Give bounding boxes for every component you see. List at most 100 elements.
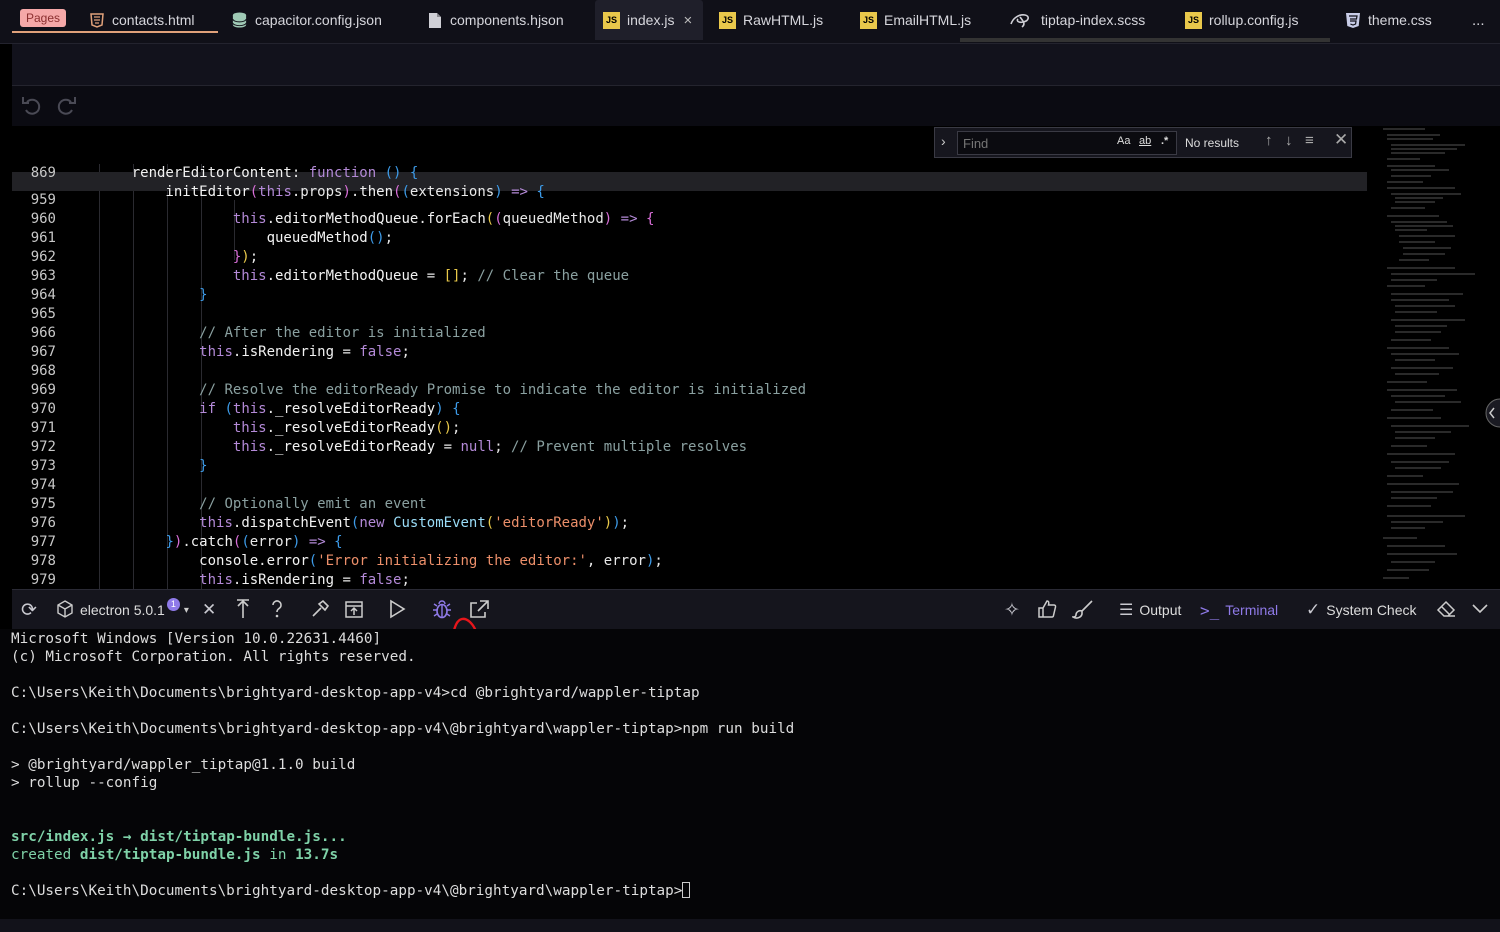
active-tab-indicator — [12, 31, 218, 33]
upload-icon — [236, 598, 250, 622]
code-line[interactable]: 980 }, — [12, 571, 1367, 589]
tab-label: index.js — [627, 12, 675, 28]
thumbs-up-icon — [1037, 599, 1057, 622]
code-line[interactable]: 978 this.isRendering = false; — [12, 533, 1367, 588]
terminal-icon: >_ — [1200, 600, 1220, 620]
terminal-prompt: C:\Users\Keith\Documents\brightyard-desk… — [11, 883, 683, 899]
js-file-icon: JS — [603, 11, 620, 29]
js-file-icon: JS — [860, 11, 877, 29]
terminal-cursor — [682, 882, 691, 898]
file-icon — [426, 12, 443, 29]
side-panel-toggle-icon[interactable] — [1483, 398, 1500, 428]
terminal-tab[interactable]: >_ Terminal — [1200, 590, 1278, 630]
system-check-tab[interactable]: ✓ System Check — [1306, 590, 1417, 630]
code-line[interactable]: 968 // Resolve the editorReady Promise t… — [12, 343, 1367, 398]
code-minimap[interactable] — [1365, 126, 1480, 586]
bottom-panel-toolbar: ⟳ electron 5.0.1 1 ▾ ✕ ✧ ☰ Output >_ Ter… — [12, 589, 1500, 636]
code-line[interactable]: 975 this.dispatchEvent(new CustomEvent('… — [12, 476, 1367, 531]
stop-button[interactable]: ✕ — [202, 590, 216, 630]
electron-version-label: electron 5.0.1 — [80, 602, 165, 618]
close-icon: ✕ — [202, 600, 217, 619]
design-toolbar — [12, 44, 1500, 86]
terminal-prompt-line[interactable]: C:\Users\Keith\Documents\brightyard-desk… — [11, 882, 691, 900]
tab-theme-css[interactable]: theme.css — [1344, 0, 1432, 40]
code-line[interactable]: 962 this.editorMethodQueue = []; // Clea… — [12, 229, 1367, 284]
tab-capacitor-config-json[interactable]: capacitor.config.json — [231, 0, 382, 40]
question-icon — [269, 599, 285, 622]
pages-badge[interactable]: Pages — [20, 9, 67, 27]
terminal-line: C:\Users\Keith\Documents\brightyard-desk… — [11, 721, 795, 737]
deploy-button[interactable] — [236, 590, 250, 630]
clean-button[interactable] — [1070, 590, 1094, 630]
match-case-button[interactable]: Aa — [1117, 135, 1130, 147]
like-button[interactable] — [1037, 590, 1057, 630]
code-line[interactable]: 970 this._resolveEditorReady(); — [12, 381, 1367, 436]
match-whole-word-button[interactable]: ab — [1139, 135, 1151, 147]
find-in-selection-icon[interactable]: ≡ — [1305, 132, 1314, 149]
bundle-destination: dist/tiptap-bundle.js... — [140, 829, 347, 845]
tab-label: EmailHTML.js — [884, 12, 972, 28]
tab-bar: Pages contacts.html capacitor.config.jso… — [0, 0, 1500, 44]
code-line[interactable]: 969 if (this._resolveEditorReady) { — [12, 362, 1367, 417]
code-line[interactable]: 965 // After the editor is initialized — [12, 286, 1367, 341]
tab-emailhtml-js[interactable]: JS EmailHTML.js — [860, 0, 971, 40]
tab-rollup-config-js[interactable]: JS rollup.config.js — [1185, 0, 1299, 40]
terminal-output[interactable]: Microsoft Windows [Version 10.0.22631.44… — [0, 629, 1500, 919]
system-check-tab-label: System Check — [1326, 602, 1417, 618]
tab-rawhtml-js[interactable]: JS RawHTML.js — [719, 0, 823, 40]
output-tab[interactable]: ☰ Output — [1119, 590, 1181, 630]
chevron-right-icon[interactable]: › — [941, 133, 946, 149]
code-line[interactable]: 971 this._resolveEditorReady = null; // … — [12, 400, 1367, 455]
code-line[interactable]: 973 — [12, 438, 1367, 474]
close-icon[interactable]: × — [683, 12, 692, 29]
clear-terminal-button[interactable] — [1436, 590, 1456, 630]
list-icon: ☰ — [1119, 602, 1134, 619]
js-file-icon: JS — [1185, 11, 1202, 29]
tab-scrollbar[interactable] — [960, 38, 1330, 42]
tab-label: contacts.html — [112, 12, 195, 28]
tab-index-js[interactable]: JS index.js × — [595, 0, 703, 40]
build-button[interactable] — [344, 590, 364, 630]
find-widget: › Aa ab .* No results ↑ ↓ ≡ ✕ — [934, 127, 1352, 158]
collapse-panel-button[interactable] — [1471, 590, 1489, 630]
redo-icon[interactable] — [55, 94, 77, 122]
tools-button[interactable] — [310, 590, 330, 630]
code-line[interactable]: 961 }); — [12, 210, 1367, 265]
code-line[interactable]: 963 } — [12, 248, 1367, 303]
code-line[interactable]: 967 — [12, 324, 1367, 360]
checkmark-icon: ✓ — [1306, 600, 1321, 619]
code-line[interactable]: 974 // Optionally emit an event — [12, 457, 1367, 512]
tab-overflow-button[interactable]: ... — [1472, 0, 1485, 40]
close-icon[interactable]: ✕ — [1334, 130, 1348, 150]
tab-components-hjson[interactable]: components.hjson — [426, 0, 564, 40]
help-button[interactable] — [269, 590, 285, 630]
code-line[interactable]: 972 } — [12, 419, 1367, 474]
code-line[interactable]: 964 — [12, 267, 1367, 303]
terminal-line: C:\Users\Keith\Documents\brightyard-desk… — [11, 685, 700, 701]
ai-assist-button[interactable]: ✧ — [1004, 590, 1020, 630]
refresh-button[interactable]: ⟳ — [21, 590, 37, 630]
code-line[interactable]: 977 console.error('Error initializing th… — [12, 514, 1367, 569]
cube-icon — [56, 599, 74, 621]
created-file: dist/tiptap-bundle.js — [79, 847, 261, 863]
js-file-icon: JS — [719, 11, 736, 29]
code-editor[interactable]: 813 renderEditorContent: function () { 8… — [12, 126, 1500, 589]
tab-tiptap-index-scss[interactable]: tiptap-index.scss — [1008, 0, 1145, 40]
tab-label: components.hjson — [450, 12, 564, 28]
tab-label: RawHTML.js — [743, 12, 824, 28]
code-line[interactable]: 966 this.isRendering = false; — [12, 305, 1367, 360]
arrow-up-icon[interactable]: ↑ — [1265, 132, 1273, 149]
arrow-down-icon[interactable]: ↓ — [1285, 132, 1293, 149]
terminal-bundle-line: src/index.js → dist/tiptap-bundle.js... — [11, 828, 347, 846]
electron-target-select[interactable]: electron 5.0.1 1 ▾ — [56, 590, 189, 630]
undo-icon[interactable] — [21, 94, 43, 122]
brush-icon — [1070, 599, 1094, 622]
run-button[interactable] — [388, 590, 406, 630]
code-line[interactable]: 979 }); — [12, 552, 1367, 588]
tab-contacts-html[interactable]: contacts.html — [88, 0, 194, 40]
chevron-down-icon — [1471, 602, 1489, 618]
code-line[interactable]: 976 }).catch((error) => { — [12, 495, 1367, 550]
created-in: in — [260, 847, 296, 863]
tab-label: tiptap-index.scss — [1041, 12, 1146, 28]
regex-button[interactable]: .* — [1161, 135, 1168, 147]
